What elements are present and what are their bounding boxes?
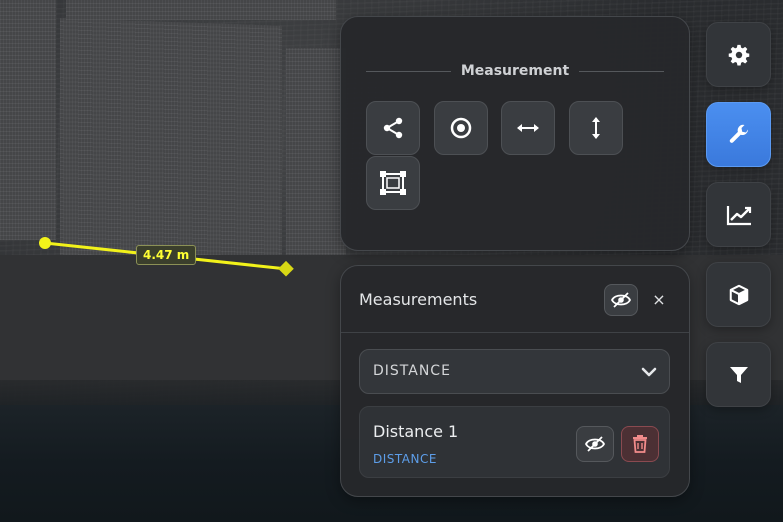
- objects-button[interactable]: [706, 262, 771, 327]
- measurement-item-name: Distance 1: [373, 422, 459, 441]
- eye-slash-icon: [611, 292, 631, 308]
- toggle-item-visibility-button[interactable]: [576, 426, 614, 462]
- profile-chart-button[interactable]: [706, 182, 771, 247]
- area-box-icon: [380, 171, 406, 195]
- measurements-panel-title: Measurements: [359, 290, 478, 309]
- filter-icon: [729, 366, 748, 383]
- eye-slash-icon: [585, 436, 605, 452]
- cube-icon: [729, 284, 748, 305]
- share-nodes-icon: [383, 117, 403, 139]
- selected-type: DISTANCE: [373, 363, 451, 379]
- path-measure-button[interactable]: [366, 101, 420, 155]
- settings-button[interactable]: [706, 22, 771, 87]
- height-measure-button[interactable]: [569, 101, 623, 155]
- header-divider: [579, 70, 665, 72]
- trash-icon: [633, 435, 647, 453]
- horizontal-arrows-icon: [517, 124, 539, 132]
- tools-panel-title: Measurement: [460, 63, 570, 79]
- filter-button[interactable]: [706, 342, 771, 407]
- measurement-item[interactable]: Distance 1 DISTANCE: [359, 406, 670, 478]
- tools-button[interactable]: [706, 102, 771, 167]
- point-target-icon: [450, 117, 472, 139]
- measurement-type-select[interactable]: DISTANCE: [359, 349, 670, 394]
- gear-icon: [728, 44, 749, 65]
- distance-measure-button[interactable]: [501, 101, 555, 155]
- point-measure-button[interactable]: [434, 101, 488, 155]
- delete-item-button[interactable]: [621, 426, 659, 462]
- measurement-tools-panel: Measurement: [340, 16, 690, 251]
- tools-panel-header: Measurement: [366, 63, 665, 79]
- toggle-all-visibility-button[interactable]: [604, 284, 638, 316]
- header-divider: [366, 70, 451, 72]
- distance-label: 4.47 m: [136, 245, 197, 265]
- chevron-down-icon: [641, 367, 657, 377]
- area-measure-button[interactable]: [366, 156, 420, 210]
- measurement-item-type: DISTANCE: [373, 452, 437, 466]
- line-chart-icon: [726, 205, 751, 225]
- measurements-panel: Measurements × DISTANCE Distance 1 DISTA…: [340, 265, 690, 497]
- close-panel-button[interactable]: ×: [649, 290, 669, 310]
- wrench-icon: [729, 124, 748, 143]
- distance-start-point: [39, 237, 51, 249]
- vertical-arrows-icon: [592, 117, 600, 139]
- distance-end-point: [278, 260, 294, 277]
- panel-divider: [341, 332, 689, 333]
